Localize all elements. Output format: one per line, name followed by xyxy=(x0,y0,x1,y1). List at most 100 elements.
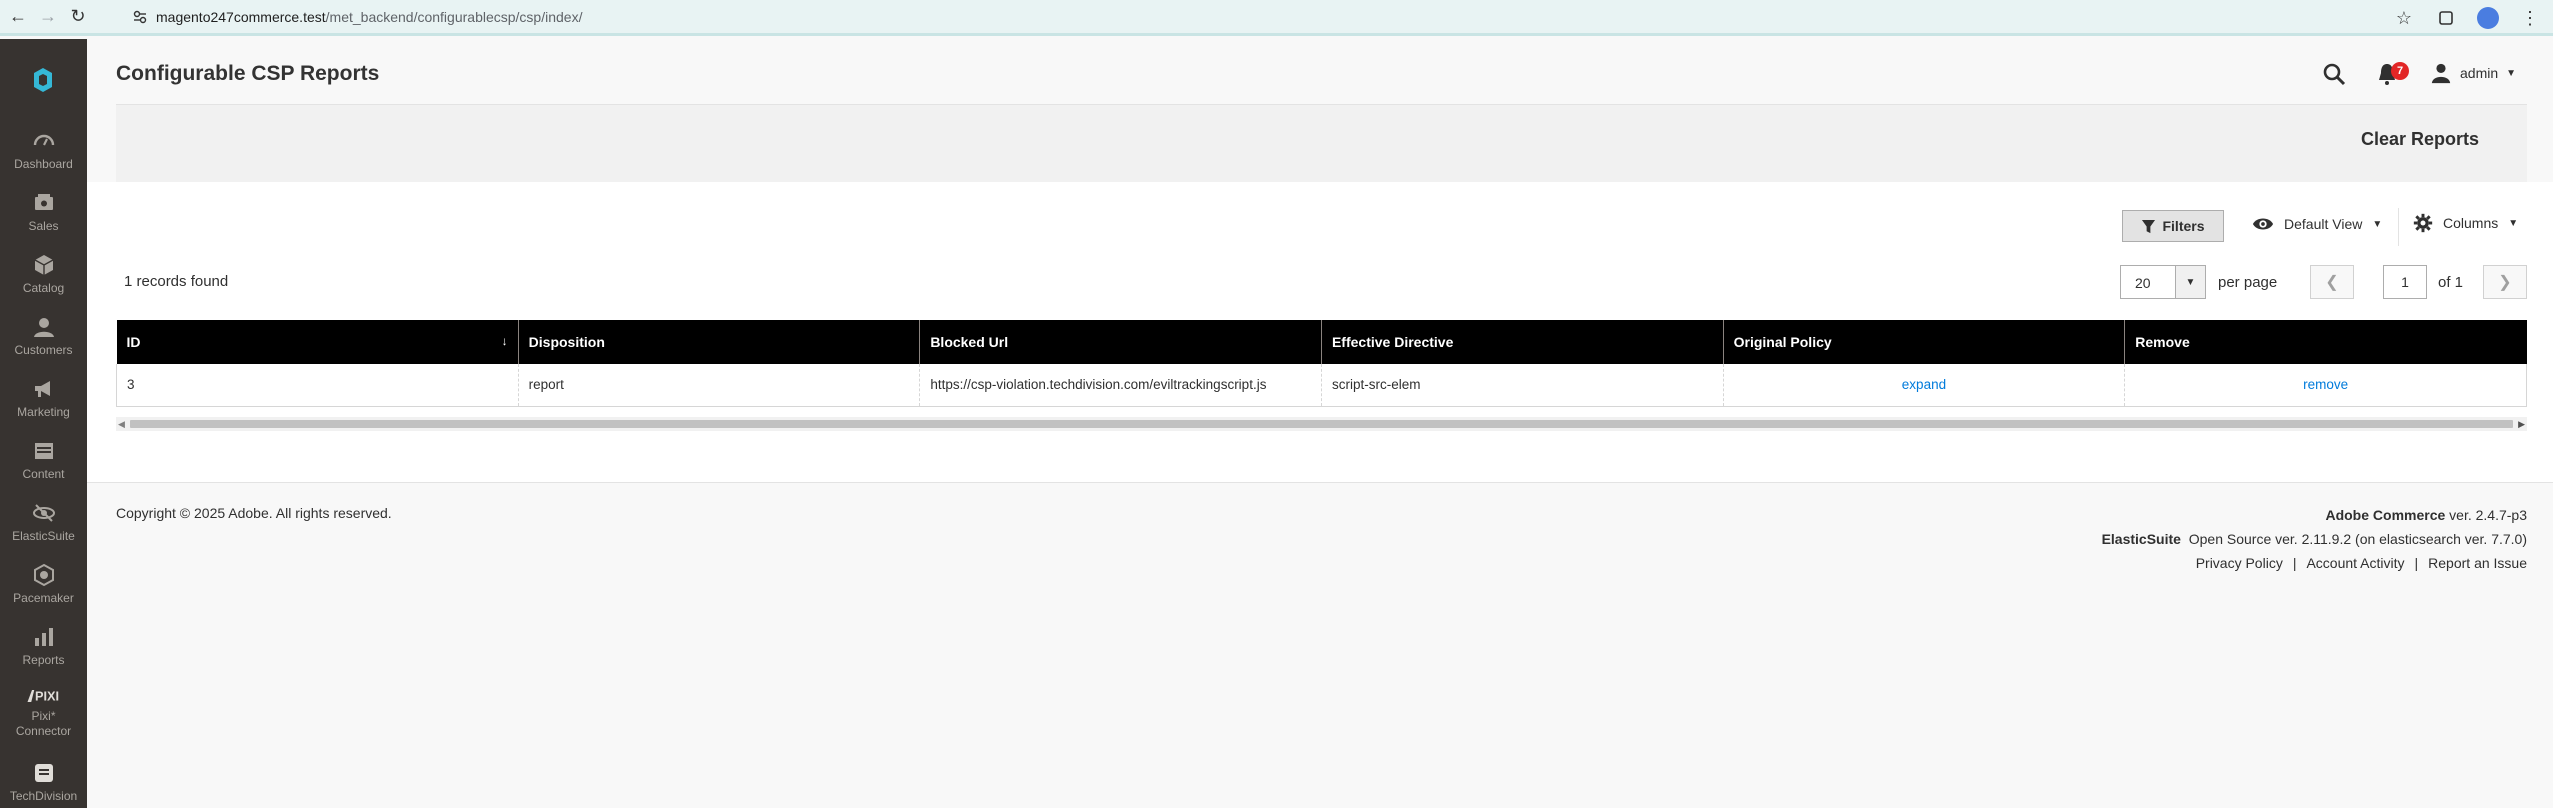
reports-icon xyxy=(34,628,53,646)
column-header-remove[interactable]: Remove xyxy=(2124,320,2527,364)
column-header-effective-directive[interactable]: Effective Directive xyxy=(1320,320,1724,364)
admin-username: admin xyxy=(2460,65,2499,81)
catalog-icon xyxy=(34,255,53,275)
sidebar-item-label: Marketing xyxy=(17,405,70,419)
records-found-count: 1 records found xyxy=(124,273,229,290)
sidebar-item-dashboard[interactable]: Dashboard xyxy=(0,129,87,189)
sidebar-item-techdivision[interactable]: TechDivision xyxy=(0,761,87,808)
sidebar-item-label: Catalog xyxy=(22,281,65,295)
column-header-blocked-url[interactable]: Blocked Url xyxy=(919,320,1322,364)
cell-blocked-url: https://csp-violation.techdivision.com/e… xyxy=(919,364,1322,407)
next-page-button[interactable]: ❯ xyxy=(2483,265,2527,299)
elasticsuite-name: ElasticSuite xyxy=(2101,531,2181,547)
current-page-input[interactable]: 1 xyxy=(2383,265,2427,299)
cell-disposition: report xyxy=(517,364,920,407)
gear-icon xyxy=(2413,213,2433,233)
remove-link[interactable]: remove xyxy=(2303,377,2348,392)
customers-icon xyxy=(33,318,54,337)
default-view-label: Default View xyxy=(2284,216,2363,232)
column-header-disposition[interactable]: Disposition xyxy=(517,320,920,364)
previous-page-button[interactable]: ❮ xyxy=(2310,265,2354,299)
filters-label: Filters xyxy=(2162,218,2205,234)
techdivision-icon xyxy=(34,764,53,782)
forward-icon[interactable]: → xyxy=(36,5,60,29)
per-page-select[interactable]: 20 ▼ xyxy=(2120,265,2206,299)
search-icon[interactable] xyxy=(2322,62,2346,86)
sidebar-item-label: Dashboard xyxy=(14,157,73,171)
columns-label: Columns xyxy=(2443,215,2499,231)
admin-user-menu[interactable]: admin ▼ xyxy=(2430,62,2516,84)
columns-dropdown[interactable]: Columns ▼ xyxy=(2413,213,2518,233)
reload-icon[interactable]: ↻ xyxy=(66,5,90,29)
sidebar-item-label: Pacemaker xyxy=(13,591,74,605)
privacy-policy-link[interactable]: Privacy Policy xyxy=(2196,551,2283,575)
chevron-down-icon[interactable]: ▼ xyxy=(2175,266,2205,298)
sidebar-item-pacemaker[interactable]: Pacemaker xyxy=(0,563,87,623)
link-separator: | xyxy=(2292,555,2297,571)
sidebar-item-pixi-connector[interactable]: PIXI Pixi* Connector xyxy=(0,687,87,757)
report-issue-link[interactable]: Report an Issue xyxy=(2428,551,2527,575)
page-actions-bar: Clear Reports xyxy=(116,104,2527,182)
scroll-left-icon[interactable]: ◀ xyxy=(118,419,125,430)
cell-effective-directive: script-src-elem xyxy=(1320,364,1724,407)
sidebar-item-reports[interactable]: Reports xyxy=(0,625,87,685)
elasticsuite-version-line: ElasticSuite Open Source ver. 2.11.9.2 (… xyxy=(2102,527,2527,551)
cell-original-policy: expand xyxy=(1722,364,2125,407)
magento-logo-icon[interactable] xyxy=(30,67,56,93)
toolbar-divider xyxy=(2398,208,2399,246)
cell-id: 3 xyxy=(116,364,519,407)
user-icon xyxy=(2431,63,2451,84)
browser-menu-icon[interactable]: ⋮ xyxy=(2519,7,2541,29)
column-header-original-policy[interactable]: Original Policy xyxy=(1722,320,2125,364)
sidebar-item-content[interactable]: Content xyxy=(0,439,87,499)
column-header-id[interactable]: ID ↓ xyxy=(116,320,519,364)
sidebar-item-label: ElasticSuite xyxy=(12,529,75,543)
product-name: Adobe Commerce xyxy=(2325,507,2446,523)
sidebar-item-marketing[interactable]: Marketing xyxy=(0,377,87,437)
sidebar-item-elasticsuite[interactable]: ElasticSuite xyxy=(0,501,87,561)
sidebar-item-label: Content xyxy=(22,467,65,481)
footer-links: Privacy Policy | Account Activity | Repo… xyxy=(2102,551,2527,575)
pacemaker-icon xyxy=(33,563,54,587)
bookmark-star-icon[interactable]: ☆ xyxy=(2393,7,2415,29)
scrollbar-thumb[interactable] xyxy=(130,420,2513,428)
link-separator: | xyxy=(2414,555,2419,571)
page-title: Configurable CSP Reports xyxy=(116,62,380,85)
chevron-down-icon: ▼ xyxy=(2372,218,2383,230)
sidebar-item-label: Reports xyxy=(22,653,65,667)
horizontal-scrollbar[interactable]: ◀ ▶ xyxy=(116,417,2527,431)
table-row[interactable]: 3 report https://csp-violation.techdivis… xyxy=(116,364,2527,407)
sidebar-item-label: TechDivision xyxy=(9,789,78,803)
expand-link[interactable]: expand xyxy=(1902,377,1946,392)
cell-remove: remove xyxy=(2124,364,2527,407)
footer-divider xyxy=(87,482,2553,483)
sidebar-item-customers[interactable]: Customers xyxy=(0,315,87,375)
funnel-icon xyxy=(2142,219,2156,233)
address-bar[interactable]: magento247commerce.test/met_backend/conf… xyxy=(120,4,2450,30)
copyright-text: Copyright © 2025 Adobe. All rights reser… xyxy=(116,505,392,521)
sidebar-item-label: Customers xyxy=(14,343,73,357)
filters-button[interactable]: Filters xyxy=(2122,210,2224,242)
pixi-icon: PIXI xyxy=(27,689,59,704)
admin-sidebar: Dashboard Sales Catalog Customers Market… xyxy=(0,39,87,808)
site-info-icon[interactable] xyxy=(132,9,148,25)
dashboard-icon xyxy=(33,134,54,146)
scroll-right-icon[interactable]: ▶ xyxy=(2518,419,2525,430)
per-page-label: per page xyxy=(2218,274,2278,291)
url-text: magento247commerce.test/met_backend/conf… xyxy=(156,9,583,25)
sidebar-item-catalog[interactable]: Catalog xyxy=(0,253,87,313)
chevron-down-icon: ▼ xyxy=(2506,67,2517,79)
content-icon xyxy=(34,443,53,459)
sidebar-item-sales[interactable]: Sales xyxy=(0,191,87,251)
back-icon[interactable]: ← xyxy=(6,5,30,29)
profile-avatar[interactable] xyxy=(2477,7,2499,29)
extensions-icon[interactable] xyxy=(2435,7,2457,29)
default-view-dropdown[interactable]: Default View ▼ xyxy=(2252,213,2382,235)
clear-reports-button[interactable]: Clear Reports xyxy=(2361,129,2479,150)
csp-reports-table: ID ↓ Disposition Blocked Url Effective Di… xyxy=(116,320,2527,407)
sort-arrow-icon[interactable]: ↓ xyxy=(502,334,508,348)
product-version-line: Adobe Commerce ver. 2.4.7-p3 xyxy=(2102,503,2527,527)
account-activity-link[interactable]: Account Activity xyxy=(2306,551,2404,575)
sidebar-item-label: Sales xyxy=(28,219,59,233)
notifications-count-badge[interactable]: 7 xyxy=(2391,62,2409,80)
